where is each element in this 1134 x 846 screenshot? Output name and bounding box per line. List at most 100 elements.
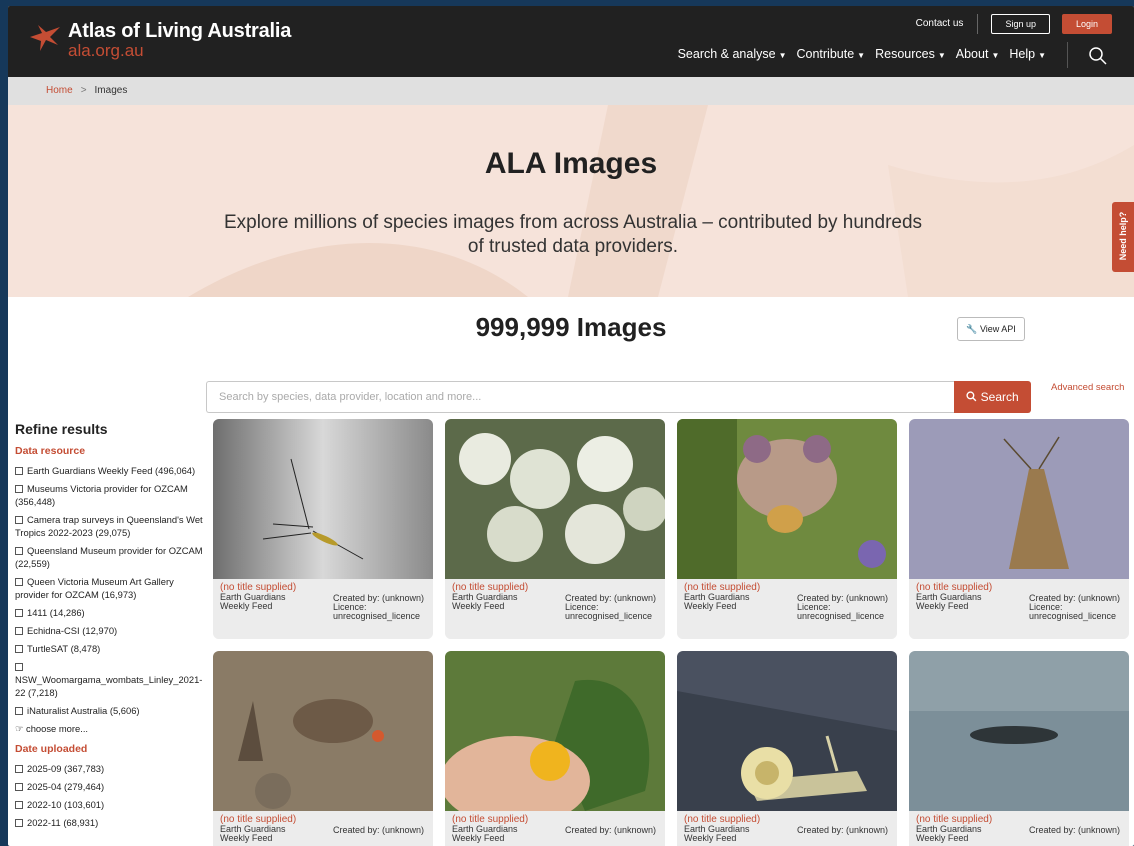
image-card[interactable]: (no title supplied) Earth Guardians Week…: [909, 651, 1129, 846]
image-card[interactable]: (no title supplied) Earth Guardians Week…: [677, 419, 897, 639]
site-logo[interactable]: Atlas of Living Australia ala.org.au: [28, 21, 291, 60]
search-input[interactable]: [206, 381, 954, 413]
card-source: Earth Guardians Weekly Feed: [916, 592, 982, 611]
facet-item[interactable]: Queensland Museum provider for OZCAM (22…: [15, 544, 205, 570]
refine-title: Refine results: [15, 421, 108, 437]
image-card[interactable]: (no title supplied) Earth Guardians Week…: [213, 651, 433, 846]
hero-background-shape: [188, 105, 1134, 297]
contact-us-link[interactable]: Contact us: [916, 14, 979, 34]
checkbox-icon: [15, 819, 23, 827]
checkbox-icon: [15, 516, 23, 524]
chevron-down-icon: ▼: [857, 51, 866, 60]
facet-item[interactable]: 2022-10 (103,601): [15, 798, 205, 811]
card-meta: (no title supplied) Earth Guardians Week…: [445, 811, 665, 846]
nav-divider: [1067, 42, 1068, 68]
nav-contribute[interactable]: Contribute ▼: [796, 47, 865, 61]
advanced-search-link[interactable]: Advanced search: [1051, 382, 1124, 393]
need-help-tab[interactable]: Need help?: [1112, 202, 1134, 272]
card-meta: (no title supplied) Earth Guardians Week…: [677, 811, 897, 846]
card-creator: Created by: (unknown) Licence: unrecognis…: [797, 593, 889, 621]
ala-logo-icon: [30, 25, 60, 51]
crab-spider-on-flower-photo[interactable]: [677, 419, 897, 579]
facet-item[interactable]: 2025-09 (367,783): [15, 762, 205, 775]
date-uploaded-heading: Date uploaded: [15, 743, 88, 755]
card-meta: (no title supplied) Earth Guardians Week…: [213, 579, 433, 639]
card-creator: Created by: (unknown) Licence: unrecognis…: [565, 593, 657, 621]
search-icon[interactable]: [1088, 46, 1108, 66]
site-header: Atlas of Living Australia ala.org.au Con…: [8, 6, 1134, 77]
nav-help[interactable]: Help ▼: [1009, 47, 1046, 61]
card-source: Earth Guardians Weekly Feed: [452, 824, 518, 843]
facet-item[interactable]: Museums Victoria provider for OZCAM (356…: [15, 482, 205, 508]
checkbox-icon: [15, 485, 23, 493]
facet-item[interactable]: iNaturalist Australia (5,606): [15, 704, 205, 717]
checkbox-icon: [15, 609, 23, 617]
checkbox-icon: [15, 765, 23, 773]
breadcrumb-home[interactable]: Home: [46, 85, 73, 96]
search-icon: [966, 391, 977, 402]
facet-item[interactable]: NSW_Woomargama_wombats_Linley_2021-22 (7…: [15, 660, 205, 699]
dugong-in-water-photo[interactable]: [909, 651, 1129, 811]
image-card[interactable]: (no title supplied) Earth Guardians Week…: [445, 651, 665, 846]
crab-on-sand-photo[interactable]: [213, 651, 433, 811]
checkbox-icon: [15, 547, 23, 555]
view-api-button[interactable]: 🔧 View API: [957, 317, 1025, 341]
card-source: Earth Guardians Weekly Feed: [684, 592, 750, 611]
checkbox-icon: [15, 663, 23, 671]
card-creator: Created by: (unknown) Licence: unrecognis…: [333, 593, 425, 621]
checkbox-icon: [15, 627, 23, 635]
breadcrumb-current: Images: [94, 85, 128, 96]
card-meta: (no title supplied) Earth Guardians Week…: [445, 579, 665, 639]
image-card[interactable]: (no title supplied) Earth Guardians Week…: [909, 419, 1129, 639]
card-creator: Created by: (unknown): [333, 825, 425, 835]
logo-title: Atlas of Living Australia: [68, 20, 292, 42]
nav-resources[interactable]: Resources ▼: [875, 47, 946, 61]
flowering-shrub-photo[interactable]: [445, 419, 665, 579]
card-source: Earth Guardians Weekly Feed: [916, 824, 982, 843]
card-meta: (no title supplied) Earth Guardians Week…: [909, 811, 1129, 846]
breadcrumb-separator: >: [80, 85, 87, 96]
facet-item[interactable]: Earth Guardians Weekly Feed (496,064): [15, 464, 205, 477]
checkbox-icon: [15, 467, 23, 475]
facet-item[interactable]: TurtleSAT (8,478): [15, 642, 205, 655]
checkbox-icon: [15, 645, 23, 653]
main-nav: Search & analyse ▼ Contribute ▼ Resources ▼…: [668, 47, 1046, 61]
card-meta: (no title supplied) Earth Guardians Week…: [677, 579, 897, 639]
card-source: Earth Guardians Weekly Feed: [684, 824, 750, 843]
image-card[interactable]: (no title supplied) Earth Guardians Week…: [677, 651, 897, 846]
nav-about[interactable]: About ▼: [956, 47, 1000, 61]
choose-more-link[interactable]: ☞ choose more...: [15, 722, 205, 735]
chevron-down-icon: ▼: [778, 51, 787, 60]
image-card[interactable]: (no title supplied) Earth Guardians Week…: [445, 419, 665, 639]
moth-photo[interactable]: [909, 419, 1129, 579]
card-source: Earth Guardians Weekly Feed: [452, 592, 518, 611]
login-button[interactable]: Login: [1061, 14, 1112, 34]
card-creator: Created by: (unknown): [565, 825, 657, 835]
yellow-flower-in-hand-photo[interactable]: [445, 651, 665, 811]
facet-item[interactable]: Echidna-CSI (12,970): [15, 624, 205, 637]
hero-subtitle: Explore millions of species images from …: [223, 212, 923, 257]
hand-pointer-icon: ☞: [15, 723, 24, 734]
data-resource-heading: Data resource: [15, 445, 86, 457]
image-card[interactable]: (no title supplied) Earth Guardians Week…: [213, 419, 433, 639]
breadcrumb: Home > Images: [8, 77, 1134, 105]
sign-up-button[interactable]: Sign up: [991, 14, 1050, 34]
checkbox-icon: [15, 801, 23, 809]
hero-banner: ALA Images Explore millions of species i…: [8, 105, 1134, 297]
chevron-down-icon: ▼: [1038, 51, 1046, 60]
facet-item[interactable]: 2022-11 (68,931): [15, 816, 205, 829]
snail-photo[interactable]: [677, 651, 897, 811]
search-button[interactable]: Search: [954, 381, 1031, 413]
refine-sidebar: Refine results Data resource Earth Guard…: [15, 421, 205, 834]
chevron-down-icon: ▼: [937, 51, 946, 60]
facet-item[interactable]: 2025-04 (279,464): [15, 780, 205, 793]
card-meta: (no title supplied) Earth Guardians Week…: [909, 579, 1129, 639]
facet-item[interactable]: 1411 (14,286): [15, 606, 205, 619]
facet-item[interactable]: Queen Victoria Museum Art Gallery provid…: [15, 575, 205, 601]
chevron-down-icon: ▼: [991, 51, 1000, 60]
card-meta: (no title supplied) Earth Guardians Week…: [213, 811, 433, 846]
facet-item[interactable]: Camera trap surveys in Queensland's Wet …: [15, 513, 205, 539]
nav-search-analyse[interactable]: Search & analyse ▼: [678, 47, 787, 61]
checkbox-icon: [15, 783, 23, 791]
spider-photo[interactable]: [213, 419, 433, 579]
